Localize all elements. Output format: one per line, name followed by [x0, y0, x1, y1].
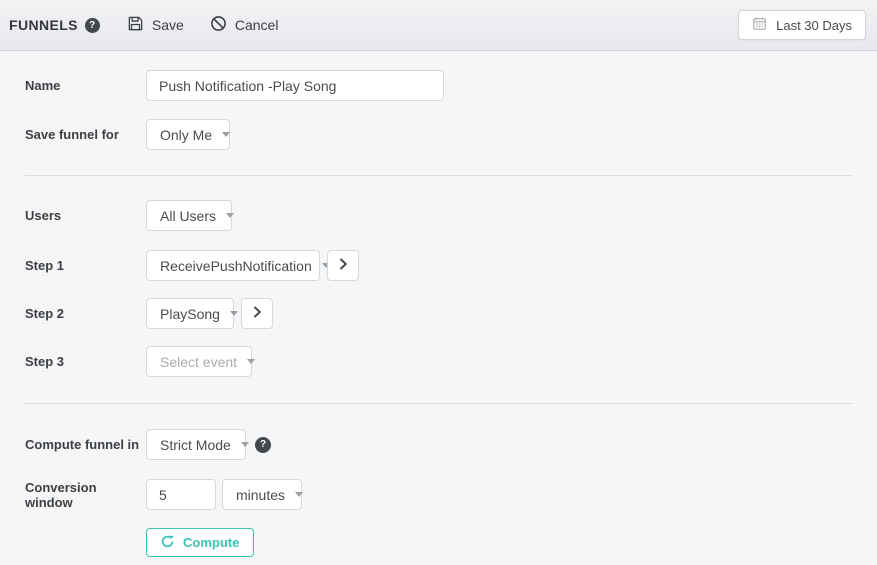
page-title-text: FUNNELS [9, 17, 78, 33]
chevron-down-icon [247, 359, 255, 364]
step-1-expand-button[interactable] [327, 250, 359, 281]
compute-button[interactable]: Compute [146, 528, 254, 557]
topbar: FUNNELS ? Save Cancel [0, 0, 877, 51]
compute-button-label: Compute [183, 535, 239, 550]
page-title: FUNNELS ? [9, 17, 100, 33]
step-1-event-dropdown[interactable]: ReceivePushNotification [146, 250, 320, 281]
name-row: Name [25, 70, 852, 101]
users-value: All Users [160, 208, 216, 224]
date-range-button[interactable]: Last 30 Days [738, 10, 866, 40]
conversion-window-label: Conversion window [25, 480, 146, 510]
chevron-down-icon [295, 492, 303, 497]
save-button-label: Save [152, 17, 184, 33]
chevron-right-icon [339, 258, 348, 273]
chevron-down-icon [222, 132, 230, 137]
cancel-button[interactable]: Cancel [210, 15, 279, 35]
step-2-event-dropdown[interactable]: PlaySong [146, 298, 234, 329]
calendar-icon [752, 16, 767, 34]
step-1-event-value: ReceivePushNotification [160, 258, 312, 274]
compute-mode-label: Compute funnel in [25, 437, 146, 452]
save-button[interactable]: Save [127, 15, 184, 35]
cancel-icon [210, 15, 227, 35]
conversion-unit-dropdown[interactable]: minutes [222, 479, 302, 510]
save-funnel-for-value: Only Me [160, 127, 212, 143]
users-row: Users All Users [25, 200, 852, 231]
step-3-event-dropdown[interactable]: Select event [146, 346, 252, 377]
compute-mode-help-icon[interactable]: ? [255, 437, 271, 453]
chevron-down-icon [241, 442, 249, 447]
step-3-event-placeholder: Select event [160, 354, 237, 370]
compute-mode-dropdown[interactable]: Strict Mode [146, 429, 246, 460]
cancel-button-label: Cancel [235, 17, 279, 33]
step-3-label: Step 3 [25, 354, 146, 369]
step-2-expand-button[interactable] [241, 298, 273, 329]
step-2-label: Step 2 [25, 306, 146, 321]
save-funnel-for-row: Save funnel for Only Me [25, 119, 852, 150]
compute-row: Compute [25, 528, 852, 557]
conversion-unit-value: minutes [236, 487, 285, 503]
save-icon [127, 15, 144, 35]
chevron-right-icon [253, 306, 262, 321]
chevron-down-icon [226, 213, 234, 218]
step-1-label: Step 1 [25, 258, 146, 273]
step-2-row: Step 2 PlaySong [25, 298, 852, 329]
step-1-row: Step 1 ReceivePushNotification [25, 250, 852, 281]
compute-mode-row: Compute funnel in Strict Mode ? [25, 429, 852, 460]
funnel-name-input[interactable] [146, 70, 444, 101]
compute-mode-value: Strict Mode [160, 437, 231, 453]
save-funnel-for-label: Save funnel for [25, 127, 146, 142]
date-range-label: Last 30 Days [776, 18, 852, 33]
conversion-window-row: Conversion window minutes [25, 479, 852, 510]
step-2-event-value: PlaySong [160, 306, 220, 322]
save-funnel-for-dropdown[interactable]: Only Me [146, 119, 230, 150]
conversion-window-input[interactable] [146, 479, 216, 510]
refresh-icon [161, 535, 174, 551]
funnel-form: Name Save funnel for Only Me Users All U… [0, 70, 877, 557]
chevron-down-icon [230, 311, 238, 316]
funnels-page: FUNNELS ? Save Cancel [0, 0, 877, 565]
divider [25, 403, 852, 404]
users-dropdown[interactable]: All Users [146, 200, 232, 231]
name-label: Name [25, 78, 146, 93]
users-label: Users [25, 208, 146, 223]
step-3-row: Step 3 Select event [25, 346, 852, 377]
funnels-help-icon[interactable]: ? [85, 18, 100, 33]
divider [25, 175, 852, 176]
